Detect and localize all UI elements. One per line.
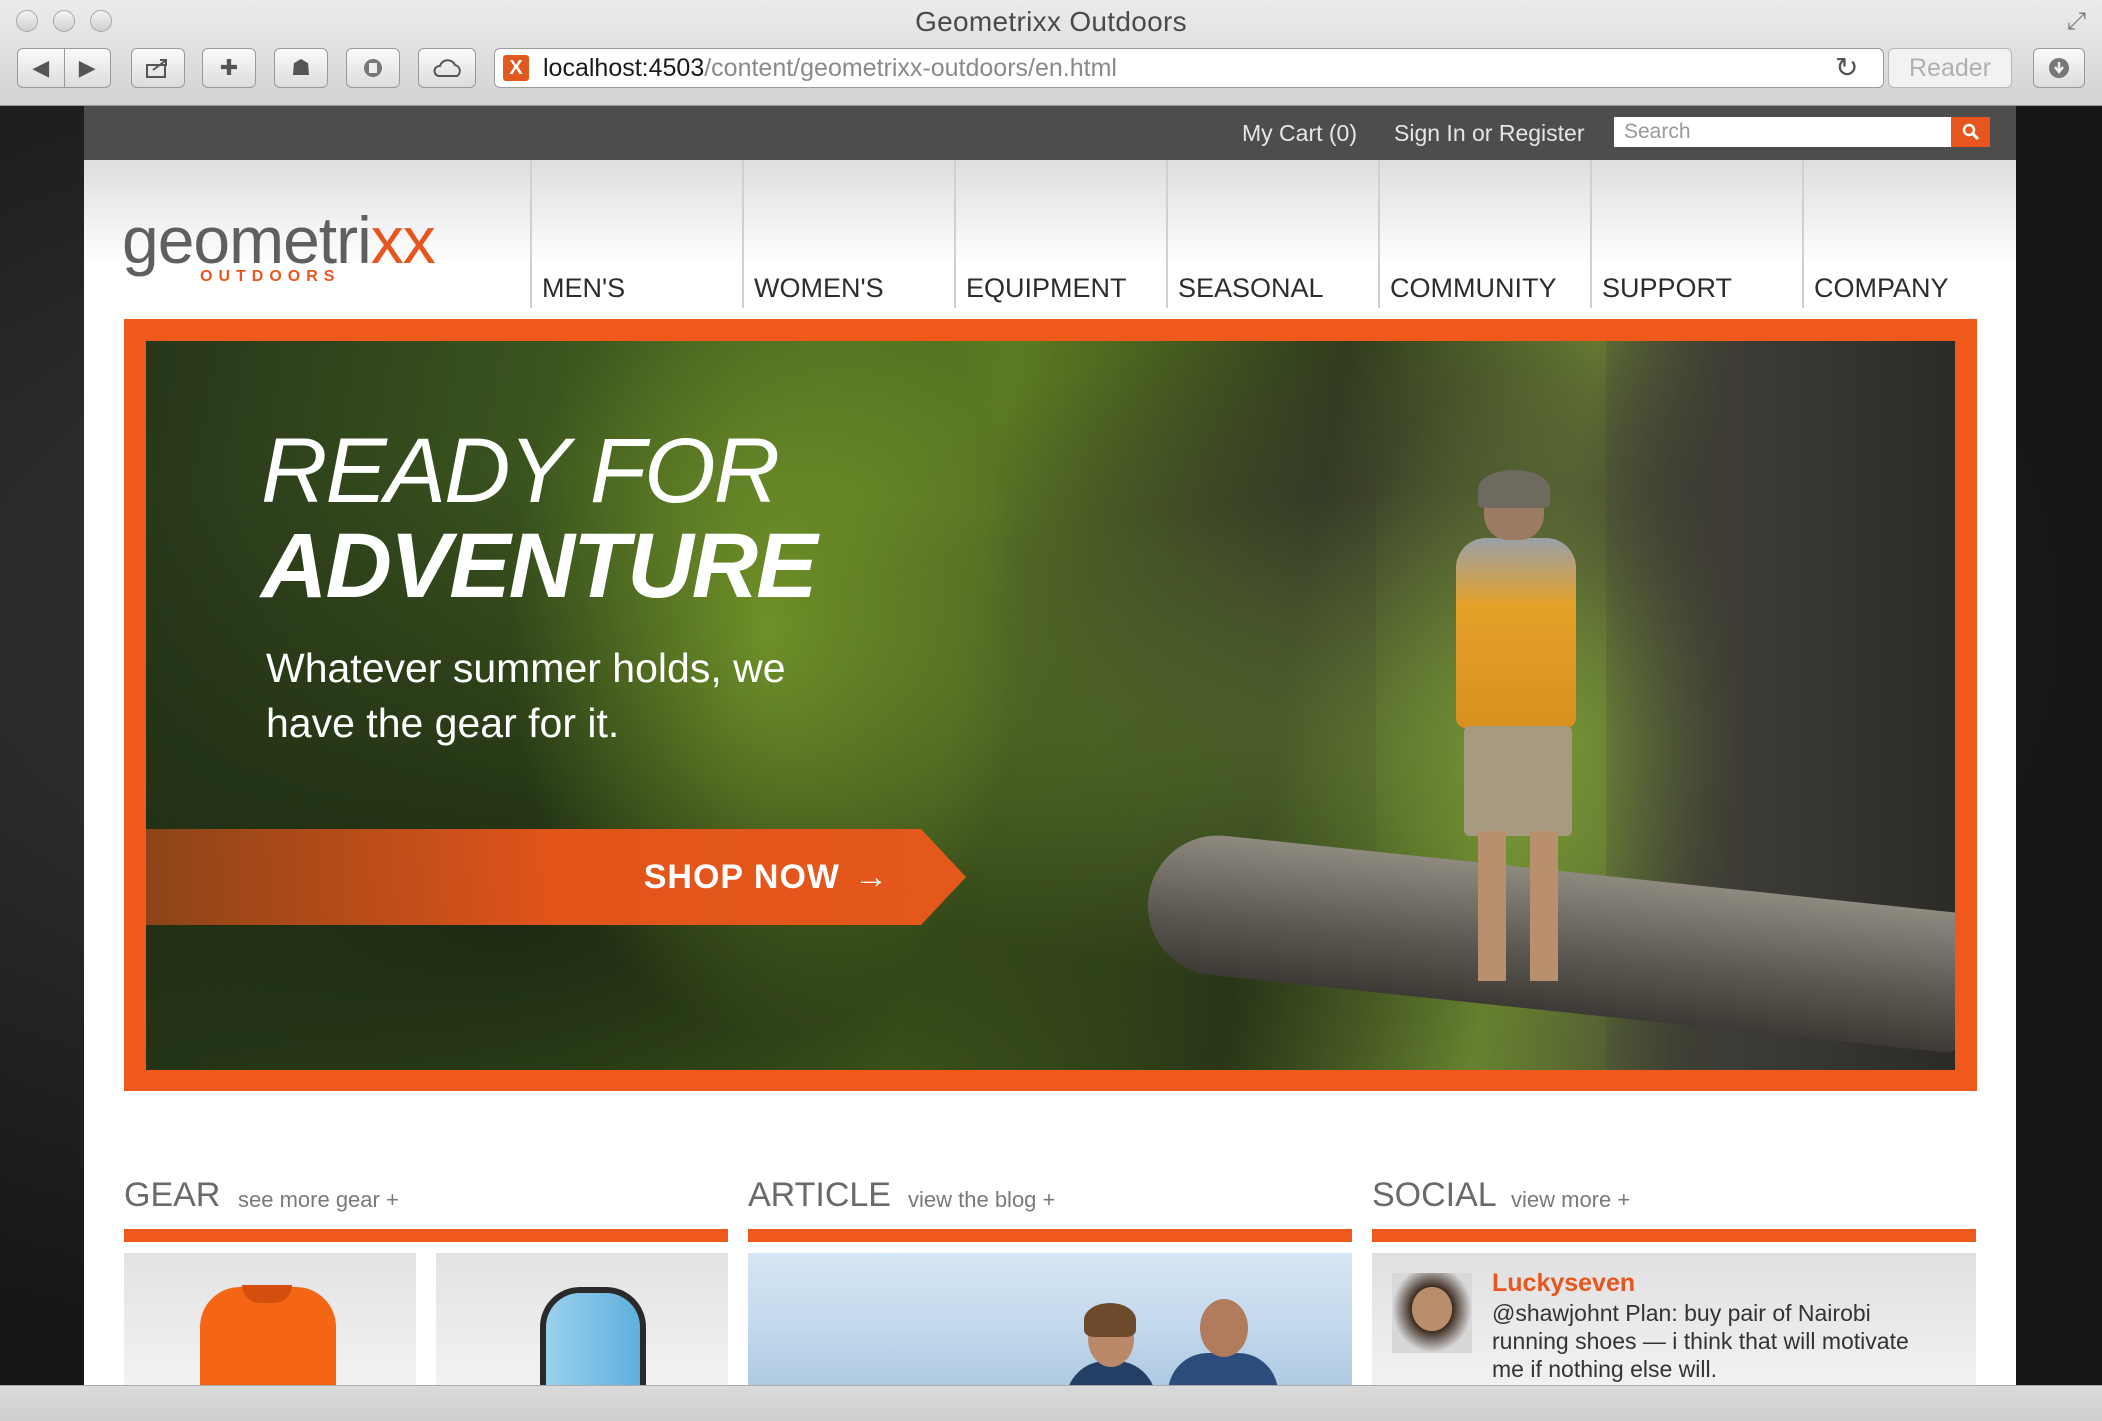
back-forward-buttons: ◀ ▶ [17,48,111,88]
url-path: /content/geometrixx-outdoors/en.html [704,54,1117,82]
social-post-card: Luckyseven @shawjohnt Plan: buy pair of … [1372,1253,1976,1385]
sign-in-link[interactable]: Sign In or Register [1394,120,1584,147]
nav-company[interactable]: COMPANY [1802,160,2012,308]
hero-headline-line1: READY FOR [261,420,780,522]
page-content: My Cart (0) Sign In or Register geometri… [84,106,2016,1385]
bookmark-plus-icon[interactable]: ✚ [202,48,256,88]
person-head [1200,1299,1248,1357]
nav-label: SUPPORT [1602,273,1733,303]
gear-section-title: GEAR [124,1176,221,1214]
hiker-figure [1426,470,1606,1026]
nav-label: SEASONAL [1178,273,1324,303]
fullscreen-icon[interactable]: ⤢ [2067,8,2086,36]
article-image[interactable] [748,1253,1352,1385]
forward-icon[interactable]: ▶ [65,55,111,81]
my-cart-link[interactable]: My Cart (0) [1242,120,1357,147]
geometrixx-logo[interactable]: geometrixx OUTDOORS [122,207,436,286]
cloud-icon[interactable] [418,48,476,88]
section-divider [1372,1229,1976,1242]
person-hair [1084,1303,1136,1337]
nav-label: MEN'S [542,273,626,303]
view-more-social-link[interactable]: view more + [1511,1187,1630,1213]
see-more-gear-link[interactable]: see more gear + [238,1187,399,1213]
nav-community[interactable]: COMMUNITY [1378,160,1588,308]
search-icon [1962,123,1979,141]
hero-banner: READY FOR ADVENTURE Whatever summer hold… [124,319,1977,1091]
page-viewport: My Cart (0) Sign In or Register geometri… [0,106,2102,1385]
person-body [1168,1353,1278,1385]
back-icon[interactable]: ◀ [18,55,64,81]
url-text: localhost:4503/content/geometrixx-outdoo… [543,54,1117,83]
view-the-blog-link[interactable]: view the blog + [908,1187,1055,1213]
nav-label: COMMUNITY [1390,273,1557,303]
nav-label: COMPANY [1814,273,1949,303]
nav-equipment[interactable]: EQUIPMENT [954,160,1164,308]
gear-product-card[interactable] [124,1253,416,1385]
nav-mens[interactable]: MEN'S [530,160,740,308]
browser-chrome: Geometrixx Outdoors ⤢ ◀ ▶ ✚ ☗ X localhos… [0,0,2102,106]
stop-icon[interactable] [346,48,400,88]
hiker-leg [1530,831,1558,981]
section-divider [124,1229,728,1242]
site-favicon-icon: X [503,55,529,81]
nav-seasonal[interactable]: SEASONAL [1166,160,1376,308]
search-input[interactable] [1614,117,1951,147]
hero-subtitle: Whatever summer holds, we have the gear … [266,645,786,746]
share-icon[interactable] [131,48,185,88]
section-divider [748,1229,1352,1242]
logo-word: geometri [122,203,372,277]
downloads-icon[interactable] [2033,48,2085,88]
gear-product-card[interactable] [436,1253,728,1385]
hiker-jacket [1456,538,1576,728]
browser-bottom-edge [0,1385,2102,1421]
hiker-hat [1478,470,1550,508]
arrow-right-icon: → [854,857,888,896]
shop-now-button[interactable]: SHOP NOW → [146,829,966,925]
tweet-text: @shawjohnt Plan: buy pair of Nairobi run… [1492,1300,1909,1382]
social-section-title: SOCIAL [1372,1176,1497,1214]
logo-wordmark: geometrixx [122,207,436,273]
avatar[interactable] [1392,1273,1472,1353]
hero-image[interactable]: READY FOR ADVENTURE Whatever summer hold… [146,341,1955,1070]
logo-x: xx [370,203,436,277]
tweet-username-link[interactable]: Luckyseven [1492,1269,1635,1298]
nav-label: EQUIPMENT [966,273,1127,303]
utility-bar: My Cart (0) Sign In or Register [84,106,2016,160]
site-header: geometrixx OUTDOORS MEN'S WOMEN'S EQUIPM… [84,160,2016,312]
hiker-shorts [1464,726,1572,836]
reader-button[interactable]: Reader [1888,48,2012,88]
hero-headline-line2: ADVENTURE [261,515,817,617]
article-section-title: ARTICLE [748,1176,891,1214]
reload-icon[interactable]: ↻ [1835,51,1858,84]
address-bar[interactable]: X localhost:4503/content/geometrixx-outd… [494,48,1884,88]
nav-label: WOMEN'S [754,273,884,303]
search-button[interactable] [1951,117,1990,147]
nav-support[interactable]: SUPPORT [1590,160,1800,308]
window-title: Geometrixx Outdoors [915,6,1187,37]
nav-womens[interactable]: WOMEN'S [742,160,952,308]
blue-backpack-image [540,1287,646,1385]
url-host: localhost:4503 [543,54,705,82]
hiker-leg [1478,831,1506,981]
shop-now-label: SHOP NOW [643,857,840,896]
top-sites-icon[interactable]: ☗ [274,48,328,88]
